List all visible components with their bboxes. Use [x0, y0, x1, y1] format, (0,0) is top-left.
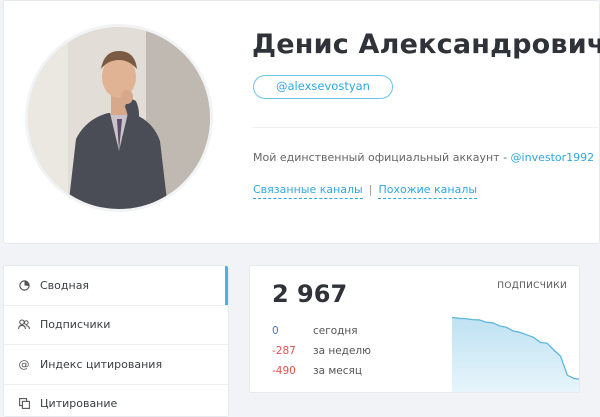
stat-value: 0 [272, 325, 279, 337]
at-icon: @ [18, 357, 30, 371]
link-separator: | [368, 183, 373, 196]
menu-item-summary[interactable]: Сводная [4, 266, 228, 306]
menu-item-label: Индекс цитирования [40, 357, 163, 371]
menu-item-label: Цитирование [40, 397, 118, 411]
avatar-photo [28, 27, 210, 209]
chart-area [452, 317, 579, 392]
description-text: Мой единственный официальный аккаунт - [253, 151, 511, 164]
summary-icon [18, 279, 30, 291]
avatar [25, 24, 213, 212]
stat-value: -490 [272, 365, 296, 377]
quote-icon [18, 398, 30, 410]
profile-card: Денис Александрович @alexsevostyan Мой е… [3, 0, 600, 244]
divider [252, 127, 600, 128]
subscribers-icon [18, 319, 30, 331]
profile-name: Денис Александрович [252, 29, 600, 60]
similar-channels-link[interactable]: Похожие каналы [378, 183, 478, 199]
description-link[interactable]: @investor1992 [511, 151, 595, 164]
menu-item-label: Подписчики [40, 318, 111, 332]
stat-caption: за месяц [313, 365, 362, 377]
stat-caption: сегодня [313, 325, 358, 337]
stat-row-today: 0 сегодня [272, 325, 358, 337]
subscribers-total: 2 967 [272, 280, 348, 308]
menu-item-citations[interactable]: Цитирование [4, 385, 228, 417]
stat-row-week: -287 за неделю [272, 345, 371, 357]
username-badge[interactable]: @alexsevostyan [253, 75, 393, 99]
stat-row-month: -490 за месяц [272, 365, 362, 377]
subscribers-stat-card: 2 967 ПОДПИСЧИКИ 0 сегодня -287 за неделю … [249, 265, 580, 393]
side-menu: Сводная Подписчики @ Индекс цитирования … [3, 265, 229, 417]
stat-label: ПОДПИСЧИКИ [497, 281, 567, 291]
subscribers-chart [452, 316, 579, 392]
menu-item-subscribers[interactable]: Подписчики [4, 306, 228, 345]
profile-description: Мой единственный официальный аккаунт - @… [253, 151, 594, 164]
channel-links: Связанные каналы | Похожие каналы [253, 183, 478, 199]
stat-value: -287 [272, 345, 296, 357]
menu-item-label: Сводная [40, 278, 90, 292]
menu-item-citation-index[interactable]: @ Индекс цитирования [4, 345, 228, 385]
stat-caption: за неделю [313, 345, 371, 357]
related-channels-link[interactable]: Связанные каналы [253, 183, 363, 199]
